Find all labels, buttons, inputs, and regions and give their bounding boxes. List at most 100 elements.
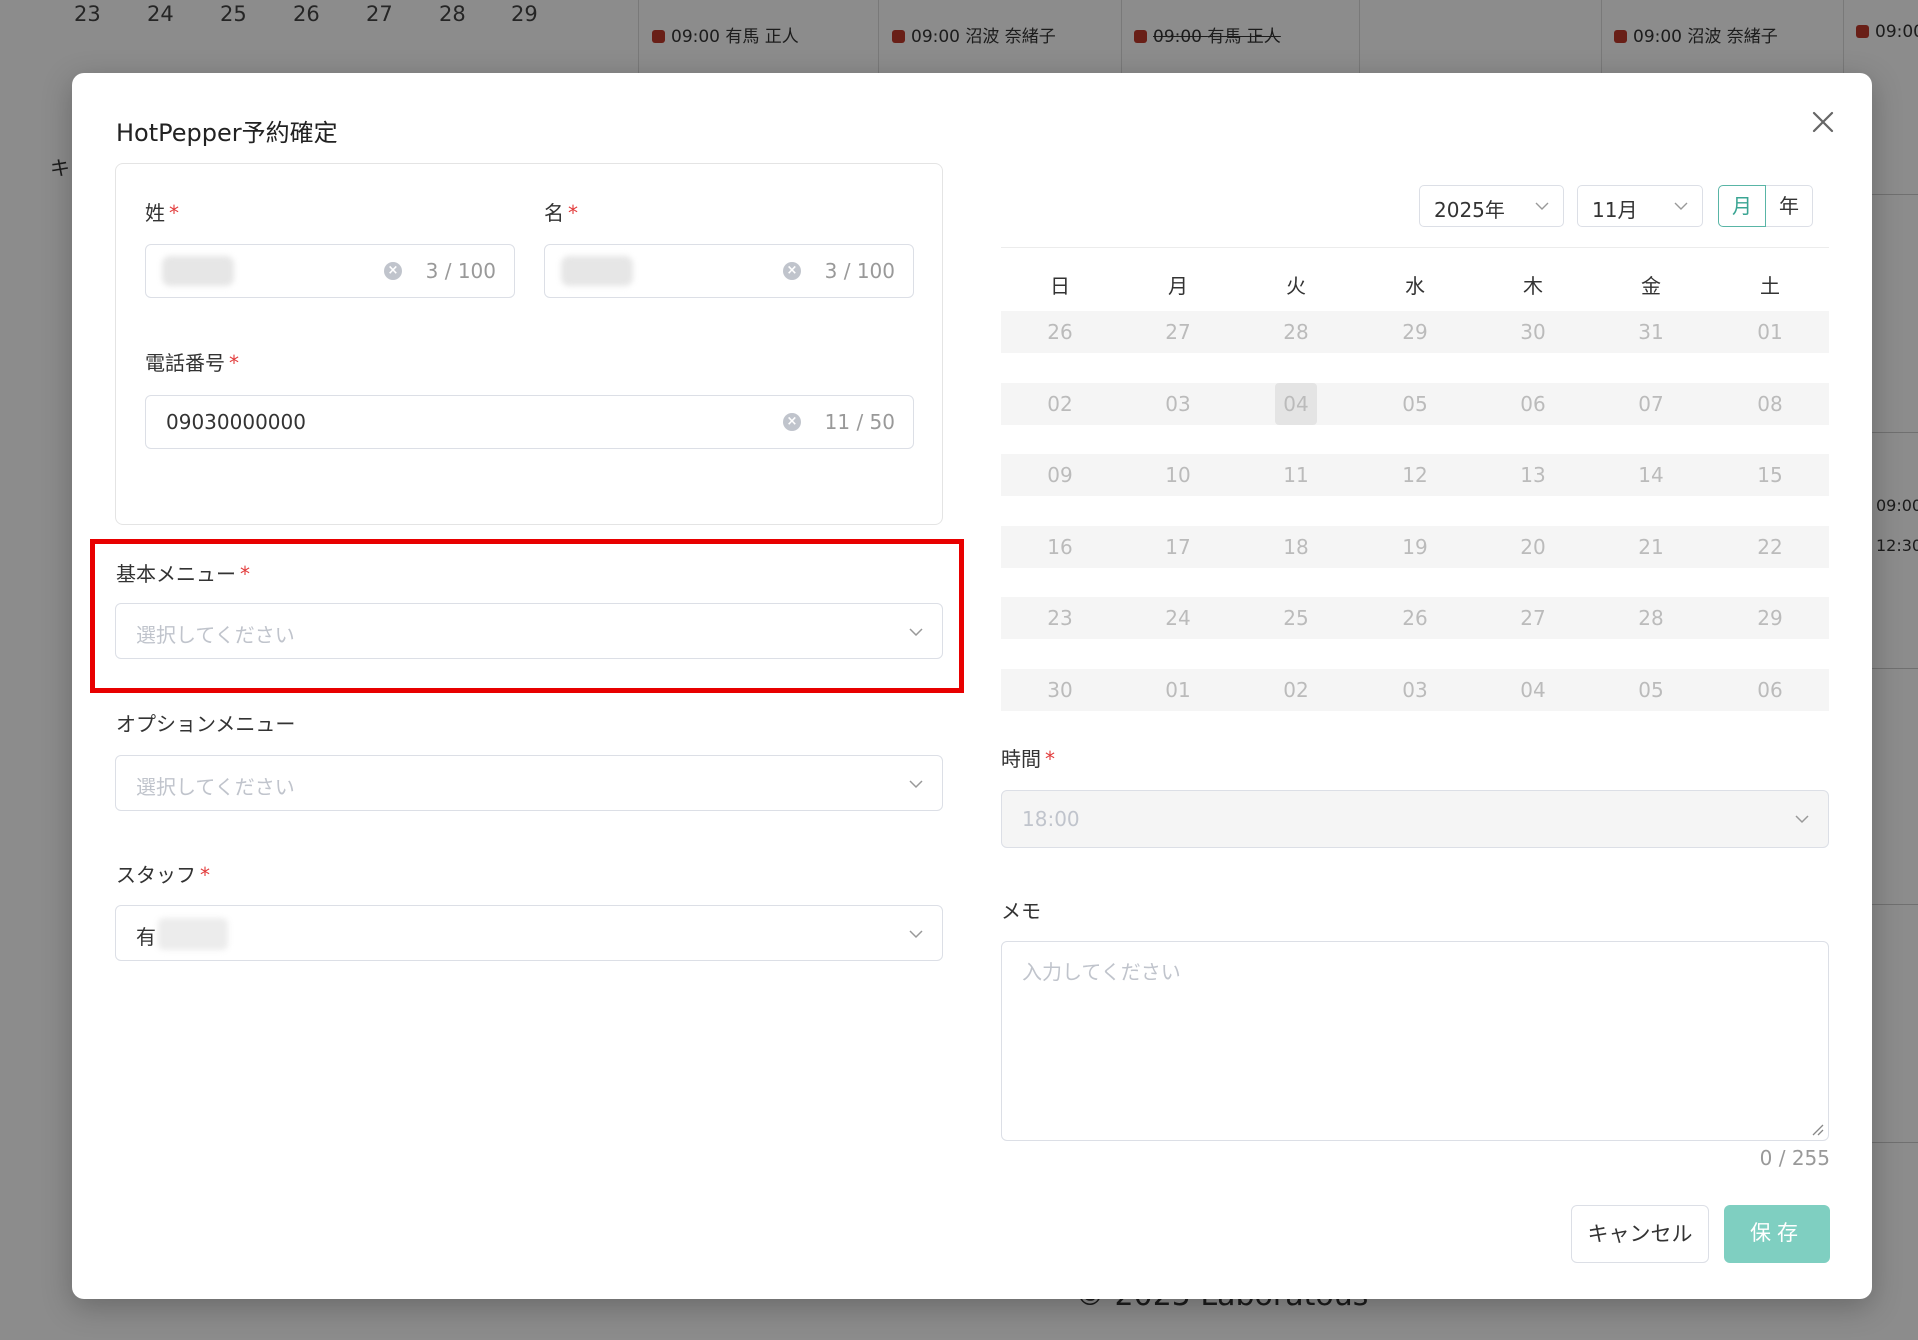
highlight-annotation — [90, 539, 964, 693]
calendar-date: 20 — [1520, 535, 1546, 559]
redacted-value — [158, 918, 228, 950]
calendar-week-row: 16 17 18 19 20 21 22 — [1001, 526, 1829, 568]
memo-placeholder: 入力してください — [1022, 960, 1181, 984]
calendar-week-row: 09 10 11 12 13 14 15 — [1001, 454, 1829, 496]
cancel-button[interactable]: キャンセル — [1571, 1205, 1709, 1263]
calendar-date: 28 — [1638, 606, 1664, 630]
month-value: 11月 — [1592, 198, 1638, 222]
calendar-week-row: 23 24 25 26 27 28 29 — [1001, 597, 1829, 639]
month-select[interactable]: 11月 — [1577, 185, 1703, 227]
calendar-date: 29 — [1757, 606, 1783, 630]
calendar-date: 29 — [1402, 320, 1428, 344]
chevron-down-icon — [1795, 815, 1809, 824]
calendar-date: 02 — [1047, 392, 1073, 416]
weekday-header: 金 — [1641, 274, 1661, 298]
calendar-date: 05 — [1402, 392, 1428, 416]
weekday-header: 木 — [1523, 274, 1543, 298]
calendar-date: 18 — [1283, 535, 1309, 559]
time-value: 18:00 — [1022, 807, 1080, 831]
calendar-date: 22 — [1757, 535, 1783, 559]
reservation-dialog: HotPepper予約確定 姓 * × 3 / 100 名 * × 3 / 100 … — [72, 73, 1872, 1299]
calendar-week-row: 02 03 04 05 06 07 08 — [1001, 383, 1829, 425]
chevron-down-icon — [1674, 202, 1688, 210]
calendar-date: 17 — [1165, 535, 1191, 559]
staff-select[interactable]: 有 — [115, 905, 943, 961]
staff-value: 有 — [136, 925, 156, 949]
weekday-header: 月 — [1168, 274, 1188, 298]
mode-year-button[interactable]: 年 — [1765, 185, 1813, 227]
option-menu-select[interactable]: 選択してください — [115, 755, 943, 811]
calendar-date: 04 — [1520, 678, 1546, 702]
weekday-header: 土 — [1760, 274, 1780, 298]
calendar-date: 30 — [1047, 678, 1073, 702]
calendar-date: 27 — [1165, 320, 1191, 344]
clear-icon[interactable]: × — [783, 413, 801, 431]
memo-char-count: 0 / 255 — [1759, 1146, 1830, 1170]
calendar-date: 23 — [1047, 606, 1073, 630]
dialog-title: HotPepper予約確定 — [116, 119, 338, 147]
calendar-date: 30 — [1520, 320, 1546, 344]
calendar-date: 06 — [1757, 678, 1783, 702]
time-label: 時間 * — [1001, 747, 1055, 771]
option-menu-label: オプションメニュー — [116, 712, 296, 736]
calendar-date: 05 — [1638, 678, 1664, 702]
calendar-week-row: 26 27 28 29 30 31 01 — [1001, 311, 1829, 353]
calendar-date: 01 — [1757, 320, 1783, 344]
calendar-date: 16 — [1047, 535, 1073, 559]
year-select[interactable]: 2025年 — [1419, 185, 1564, 227]
calendar-divider — [1001, 247, 1829, 248]
customer-info-card — [115, 163, 943, 525]
calendar-date: 08 — [1757, 392, 1783, 416]
calendar-date: 11 — [1283, 463, 1309, 487]
mode-month-button[interactable]: 月 — [1718, 185, 1766, 227]
last-name-input[interactable]: × 3 / 100 — [145, 244, 515, 298]
memo-textarea[interactable]: 入力してください — [1001, 941, 1829, 1141]
calendar-date: 26 — [1047, 320, 1073, 344]
phone-label: 電話番号 * — [145, 351, 239, 375]
calendar-date: 26 — [1402, 606, 1428, 630]
close-button[interactable] — [1806, 105, 1840, 139]
year-value: 2025年 — [1434, 198, 1505, 222]
first-name-input[interactable]: × 3 / 100 — [544, 244, 914, 298]
first-name-label: 名 * — [544, 201, 578, 225]
calendar-date: 28 — [1283, 320, 1309, 344]
calendar-date: 07 — [1638, 392, 1664, 416]
chevron-down-icon — [1535, 202, 1549, 210]
chevron-down-icon — [909, 780, 923, 789]
calendar-date: 09 — [1047, 463, 1073, 487]
option-menu-placeholder: 選択してください — [136, 775, 295, 799]
char-count: 3 / 100 — [824, 259, 895, 283]
clear-icon[interactable]: × — [384, 262, 402, 280]
resize-handle-icon[interactable] — [1810, 1122, 1824, 1136]
calendar-date: 03 — [1402, 678, 1428, 702]
calendar-date: 06 — [1520, 392, 1546, 416]
memo-label: メモ — [1001, 899, 1041, 923]
calendar-date: 25 — [1283, 606, 1309, 630]
weekday-header: 日 — [1050, 274, 1070, 298]
calendar-date: 10 — [1165, 463, 1191, 487]
close-icon — [1812, 111, 1834, 133]
calendar-date: 15 — [1757, 463, 1783, 487]
calendar-date: 02 — [1283, 678, 1309, 702]
calendar-date: 21 — [1638, 535, 1664, 559]
redacted-value — [162, 256, 234, 286]
phone-input[interactable]: 09030000000 × 11 / 50 — [145, 395, 914, 449]
calendar-date: 27 — [1520, 606, 1546, 630]
calendar-date: 14 — [1638, 463, 1664, 487]
phone-value: 09030000000 — [166, 410, 306, 434]
calendar-date: 31 — [1638, 320, 1664, 344]
calendar-date: 19 — [1402, 535, 1428, 559]
weekday-header: 火 — [1286, 274, 1306, 298]
clear-icon[interactable]: × — [783, 262, 801, 280]
calendar-date: 24 — [1165, 606, 1191, 630]
calendar-week-row: 30 01 02 03 04 05 06 — [1001, 669, 1829, 711]
char-count: 11 / 50 — [824, 410, 895, 434]
calendar-date-current: 04 — [1237, 383, 1355, 425]
redacted-value — [561, 256, 633, 286]
save-button[interactable]: 保存 — [1724, 1205, 1830, 1263]
calendar-date: 01 — [1165, 678, 1191, 702]
weekday-header: 水 — [1405, 274, 1425, 298]
calendar-date: 03 — [1165, 392, 1191, 416]
chevron-down-icon — [909, 930, 923, 939]
time-select[interactable]: 18:00 — [1001, 790, 1829, 848]
